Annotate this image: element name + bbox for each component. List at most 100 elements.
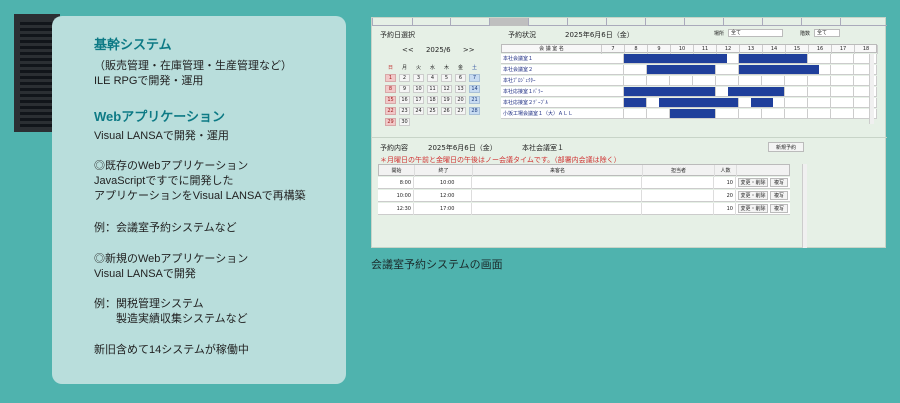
booking-block[interactable] xyxy=(647,65,715,74)
grid-slot[interactable] xyxy=(601,54,624,64)
app-tab[interactable] xyxy=(450,18,489,26)
grid-slot[interactable] xyxy=(739,76,762,86)
grid-slot[interactable] xyxy=(785,87,808,97)
calendar-day[interactable]: 19 xyxy=(441,96,452,104)
grid-slot[interactable] xyxy=(808,54,831,64)
calendar-day[interactable]: 14 xyxy=(469,85,480,93)
calendar-day[interactable]: 1 xyxy=(385,74,396,82)
grid-slot[interactable] xyxy=(716,76,739,86)
calendar-day[interactable]: 5 xyxy=(441,74,452,82)
grid-room-name[interactable]: 小坂工場会議室１（大）ＡＬＬ xyxy=(501,109,601,119)
calendar-day[interactable]: 7 xyxy=(469,74,480,82)
calendar-day[interactable]: 24 xyxy=(413,107,424,115)
calendar-day[interactable]: 6 xyxy=(455,74,466,82)
app-tab[interactable] xyxy=(606,18,645,26)
booking-block[interactable] xyxy=(750,98,773,107)
grid-slot[interactable] xyxy=(831,109,854,119)
new-reservation-button[interactable]: 新規予約 xyxy=(768,142,804,152)
grid-slot[interactable] xyxy=(785,98,808,108)
app-tab[interactable] xyxy=(567,18,606,26)
booking-block[interactable] xyxy=(658,98,738,107)
calendar-day[interactable]: 25 xyxy=(427,107,438,115)
edit-delete-button[interactable]: 変更・削除 xyxy=(738,191,768,200)
app-tab[interactable] xyxy=(762,18,801,26)
grid-slot[interactable] xyxy=(693,76,716,86)
copy-button[interactable]: 複写 xyxy=(770,178,788,187)
grid-room-name[interactable]: 本社会議室１ xyxy=(501,54,601,64)
grid-room-name[interactable]: 本社会議室２ xyxy=(501,65,601,75)
booking-block[interactable] xyxy=(624,87,715,96)
calendar-day[interactable]: 16 xyxy=(399,96,410,104)
booking-block[interactable] xyxy=(624,98,646,107)
booking-block[interactable] xyxy=(739,54,807,63)
edit-delete-button[interactable]: 変更・削除 xyxy=(738,204,768,213)
grid-slot[interactable] xyxy=(601,65,624,75)
calendar-day[interactable]: 26 xyxy=(441,107,452,115)
grid-slot[interactable] xyxy=(670,76,693,86)
grid-slot[interactable] xyxy=(601,87,624,97)
app-tab[interactable] xyxy=(840,18,879,26)
calendar-day[interactable]: 29 xyxy=(385,118,396,126)
floor-select[interactable]: 全て xyxy=(814,29,840,37)
grid-room-name[interactable]: 本社ﾌﾟﾛｼﾞｪｸﾀｰ xyxy=(501,76,601,86)
grid-slot[interactable] xyxy=(624,109,647,119)
grid-slot[interactable] xyxy=(808,87,831,97)
calendar-day[interactable]: 13 xyxy=(455,85,466,93)
app-tab[interactable] xyxy=(412,18,451,26)
calendar-day[interactable]: 20 xyxy=(455,96,466,104)
calendar-day[interactable]: 18 xyxy=(427,96,438,104)
app-tab[interactable] xyxy=(528,18,567,26)
booking-block[interactable] xyxy=(727,87,784,96)
copy-button[interactable]: 複写 xyxy=(770,191,788,200)
grid-slot[interactable] xyxy=(624,65,647,75)
grid-slot[interactable] xyxy=(739,109,762,119)
calendar-day[interactable]: 8 xyxy=(385,85,396,93)
grid-slot[interactable] xyxy=(762,109,785,119)
app-tab[interactable] xyxy=(801,18,840,26)
calendar-day[interactable]: 23 xyxy=(399,107,410,115)
copy-button[interactable]: 複写 xyxy=(770,204,788,213)
grid-slot[interactable] xyxy=(808,109,831,119)
calendar-day[interactable]: 10 xyxy=(413,85,424,93)
table-scrollbar[interactable] xyxy=(802,164,807,248)
grid-slot[interactable] xyxy=(831,65,854,75)
calendar-day[interactable]: 21 xyxy=(469,96,480,104)
app-tab[interactable] xyxy=(723,18,762,26)
grid-slot[interactable] xyxy=(831,98,854,108)
grid-slot[interactable] xyxy=(601,98,624,108)
edit-delete-button[interactable]: 変更・削除 xyxy=(738,178,768,187)
grid-slot[interactable] xyxy=(785,109,808,119)
calendar-day[interactable]: 2 xyxy=(399,74,410,82)
app-tab[interactable] xyxy=(372,18,411,26)
grid-slot[interactable] xyxy=(716,65,739,75)
grid-slot[interactable] xyxy=(831,54,854,64)
calendar-day[interactable]: 17 xyxy=(413,96,424,104)
calendar-day[interactable]: 12 xyxy=(441,85,452,93)
calendar-day[interactable]: 11 xyxy=(427,85,438,93)
grid-slot[interactable] xyxy=(831,87,854,97)
booking-block[interactable] xyxy=(739,65,819,74)
calendar-next-button[interactable]: >> xyxy=(463,46,475,54)
calendar-day[interactable]: 15 xyxy=(385,96,396,104)
place-select[interactable]: 全て xyxy=(728,29,783,37)
grid-slot[interactable] xyxy=(601,109,624,119)
app-tab[interactable] xyxy=(489,18,528,26)
calendar-day[interactable]: 22 xyxy=(385,107,396,115)
booking-block[interactable] xyxy=(670,109,715,118)
grid-slot[interactable] xyxy=(716,109,739,119)
booking-block[interactable] xyxy=(624,54,727,63)
grid-scrollbar[interactable] xyxy=(869,54,874,124)
grid-room-name[interactable]: 本社応接室１ﾊﾟﾗｰ xyxy=(501,87,601,97)
grid-slot[interactable] xyxy=(624,76,647,86)
grid-slot[interactable] xyxy=(647,76,670,86)
grid-slot[interactable] xyxy=(808,76,831,86)
grid-slot[interactable] xyxy=(785,76,808,86)
calendar-day[interactable]: 4 xyxy=(427,74,438,82)
calendar-day[interactable]: 28 xyxy=(469,107,480,115)
calendar-day[interactable]: 30 xyxy=(399,118,410,126)
calendar-day[interactable]: 9 xyxy=(399,85,410,93)
calendar-day[interactable]: 3 xyxy=(413,74,424,82)
grid-slot[interactable] xyxy=(647,109,670,119)
grid-slot[interactable] xyxy=(808,98,831,108)
grid-slot[interactable] xyxy=(831,76,854,86)
